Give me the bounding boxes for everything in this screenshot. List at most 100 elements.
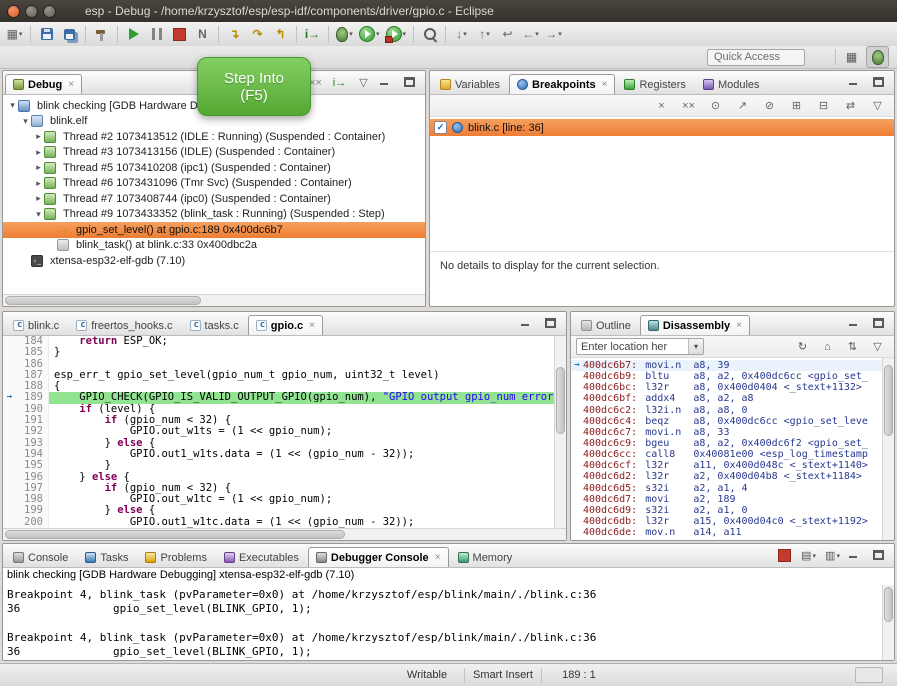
debug-tree-item[interactable]: ▾Thread #9 1073433352 (blink_task : Runn… xyxy=(3,207,425,223)
debug-tree-item[interactable]: ▸Thread #5 1073410208 (ipc1) (Suspended … xyxy=(3,160,425,176)
view-menu-icon[interactable]: ▽ xyxy=(866,337,889,356)
code-line[interactable]: 192 GPIO.out_w1ts = (1 << gpio_num); xyxy=(3,426,555,437)
annotation-ruler[interactable] xyxy=(3,472,16,483)
scrollbar-thumb[interactable] xyxy=(884,587,893,622)
open-console-icon[interactable]: ▥▾ xyxy=(821,546,844,565)
save-all-icon[interactable] xyxy=(58,23,81,45)
editor-tab-tasks-c[interactable]: tasks.c xyxy=(182,315,247,335)
link-with-debug-view-icon[interactable]: ⇄ xyxy=(839,96,862,115)
disassembly-line[interactable]: 400dc6d9:s32i a2, a1, 0 xyxy=(571,505,883,516)
debug-tree-item[interactable]: ▸Thread #3 1073413156 (IDLE) (Suspended … xyxy=(3,145,425,161)
skip-all-breakpoints-icon[interactable]: ⊘ xyxy=(758,96,781,115)
next-annotation-icon[interactable]: ↓▾ xyxy=(450,23,473,45)
code-line[interactable]: 196 } else { xyxy=(3,472,555,483)
close-tab-icon[interactable]: × xyxy=(68,79,74,90)
code-line[interactable]: 197 if (gpio_num < 32) { xyxy=(3,483,555,494)
debug-icon[interactable]: ▾ xyxy=(333,23,356,45)
console-content[interactable]: Breakpoint 4, blink_task (pvParameter=0x… xyxy=(3,585,894,660)
code-line[interactable]: 198 GPIO.out_w1tc = (1 << gpio_num); xyxy=(3,494,555,505)
scrollbar-thumb[interactable] xyxy=(556,367,565,434)
disassembly-line[interactable]: 400dc6bf:addx4 a8, a2, a8 xyxy=(571,393,883,404)
scrollbar-thumb[interactable] xyxy=(5,530,345,539)
tree-expand-arrow-icon[interactable]: ▸ xyxy=(33,178,44,189)
code-line[interactable]: 190 if (level) { xyxy=(3,404,555,415)
disassembly-line[interactable]: 400dc6db:l32r a15, 0x400d04c0 <_stext+11… xyxy=(571,516,883,527)
disassembly-line[interactable]: 400dc6c4:beqz a8, 0x400dc6cc <gpio_set_l… xyxy=(571,416,883,427)
code-line[interactable]: →189 GPIO_CHECK(GPIO_IS_VALID_OUTPUT_GPI… xyxy=(3,392,555,403)
new-wizard-icon[interactable]: ▦▾ xyxy=(3,23,26,45)
search-icon[interactable] xyxy=(418,23,441,45)
console-output[interactable]: Breakpoint 4, blink_task (pvParameter=0x… xyxy=(3,585,883,660)
code-text[interactable]: } else { xyxy=(49,438,555,449)
suspend-icon[interactable] xyxy=(145,23,168,45)
editor-tab-blink-c[interactable]: blink.c xyxy=(5,315,67,335)
maximize-view-button[interactable] xyxy=(541,314,564,333)
console-tab-memory[interactable]: Memory xyxy=(450,547,521,567)
scrollbar-thumb[interactable] xyxy=(5,296,201,305)
resume-icon[interactable] xyxy=(122,23,145,45)
code-text[interactable]: if (level) { xyxy=(49,404,555,415)
disassembly-list[interactable]: →400dc6b7:movi.n a8, 39400dc6b9:bltu a8,… xyxy=(571,358,883,540)
code-text[interactable]: GPIO.out1_w1tc.data = (1 << (gpio_num - … xyxy=(49,517,555,528)
breakpoint-checkbox[interactable]: ✓ xyxy=(434,121,447,134)
close-tab-icon[interactable]: × xyxy=(309,320,315,331)
code-line[interactable]: 185} xyxy=(3,347,555,358)
code-text[interactable]: } else { xyxy=(49,505,555,516)
build-icon[interactable] xyxy=(90,23,113,45)
code-text[interactable]: if (gpio_num < 32) { xyxy=(49,483,555,494)
code-line[interactable]: 194 GPIO.out1_w1ts.data = (1 << (gpio_nu… xyxy=(3,449,555,460)
instruction-stepping-mode-icon[interactable]: i→ xyxy=(328,73,351,92)
expand-all-icon[interactable]: ⊞ xyxy=(785,96,808,115)
console-tab-executables[interactable]: Executables xyxy=(216,547,307,567)
step-return-icon[interactable]: ↰ xyxy=(269,23,292,45)
disassembly-line[interactable]: 400dc6c2:l32i.n a8, a8, 0 xyxy=(571,405,883,416)
display-selected-console-icon[interactable]: ▤▾ xyxy=(797,546,820,565)
editor-tab-freertos-hooks-c[interactable]: freertos_hooks.c xyxy=(68,315,180,335)
annotation-ruler[interactable] xyxy=(3,426,16,437)
disassembly-content[interactable]: →400dc6b7:movi.n a8, 39400dc6b9:bltu a8,… xyxy=(571,358,894,540)
annotation-ruler[interactable] xyxy=(3,460,16,471)
tree-expand-arrow-icon[interactable]: ▸ xyxy=(33,193,44,204)
line-number[interactable]: 200 xyxy=(16,517,49,528)
tree-expand-arrow-icon[interactable]: ▸ xyxy=(33,147,44,158)
debug-perspective-icon[interactable] xyxy=(866,46,889,68)
code-line[interactable]: 184 return ESP_OK; xyxy=(3,336,555,347)
combo-dropdown-icon[interactable]: ▾ xyxy=(688,339,703,354)
disassembly-line[interactable]: 400dc6d2:l32r a2, 0x400d04b8 <_stext+118… xyxy=(571,471,883,482)
location-combo[interactable]: Enter location her ▾ xyxy=(576,338,704,355)
tree-expand-arrow-icon[interactable]: ▸ xyxy=(33,162,44,173)
save-icon[interactable] xyxy=(35,23,58,45)
instruction-stepping-icon[interactable]: i→ xyxy=(301,23,324,45)
code-text[interactable] xyxy=(49,359,555,370)
debug-horizontal-scrollbar[interactable] xyxy=(3,294,425,306)
code-text[interactable]: GPIO.out1_w1ts.data = (1 << (gpio_num - … xyxy=(49,449,555,460)
disassembly-line[interactable]: 400dc6de:mov.n a14, a11 xyxy=(571,527,883,538)
console-tab-debugger-console[interactable]: Debugger Console× xyxy=(308,547,449,567)
debug-tree-item[interactable]: ▸Thread #7 1073408744 (ipc0) (Suspended … xyxy=(3,191,425,207)
code-text[interactable]: esp_err_t gpio_set_level(gpio_num_t gpio… xyxy=(49,370,555,381)
terminate-icon[interactable] xyxy=(168,23,191,45)
minimize-view-button[interactable] xyxy=(376,73,399,92)
code-line[interactable]: 195 } xyxy=(3,460,555,471)
debug-tree-item[interactable]: ▸Thread #2 1073413512 (IDLE : Running) (… xyxy=(3,129,425,145)
disassembly-line[interactable]: 400dc6d7:movi a2, 189 xyxy=(571,494,883,505)
code-text[interactable]: GPIO.out_w1tc = (1 << gpio_num); xyxy=(49,494,555,505)
code-text[interactable]: } xyxy=(49,347,555,358)
annotation-ruler[interactable] xyxy=(3,438,16,449)
external-tools-icon[interactable]: ▾ xyxy=(383,23,410,45)
annotation-ruler[interactable] xyxy=(3,483,16,494)
sync-selection-icon[interactable]: ⇅ xyxy=(841,337,864,356)
disconnect-icon[interactable]: N xyxy=(191,23,214,45)
code-line[interactable]: 188{ xyxy=(3,381,555,392)
minimize-view-button[interactable] xyxy=(845,73,868,92)
code-line[interactable]: 186 xyxy=(3,359,555,370)
debug-tree-item[interactable]: blink_task() at blink.c:33 0x400dbc2a xyxy=(3,238,425,254)
annotation-ruler[interactable] xyxy=(3,370,16,381)
step-over-icon[interactable]: ↷ xyxy=(246,23,269,45)
window-close-button[interactable] xyxy=(7,5,20,18)
tree-collapse-arrow-icon[interactable]: ▾ xyxy=(33,209,44,220)
terminate-console-icon[interactable] xyxy=(773,546,796,565)
quick-access-field[interactable]: Quick Access xyxy=(707,49,805,66)
annotation-ruler[interactable] xyxy=(3,404,16,415)
close-tab-icon[interactable]: × xyxy=(736,320,742,331)
